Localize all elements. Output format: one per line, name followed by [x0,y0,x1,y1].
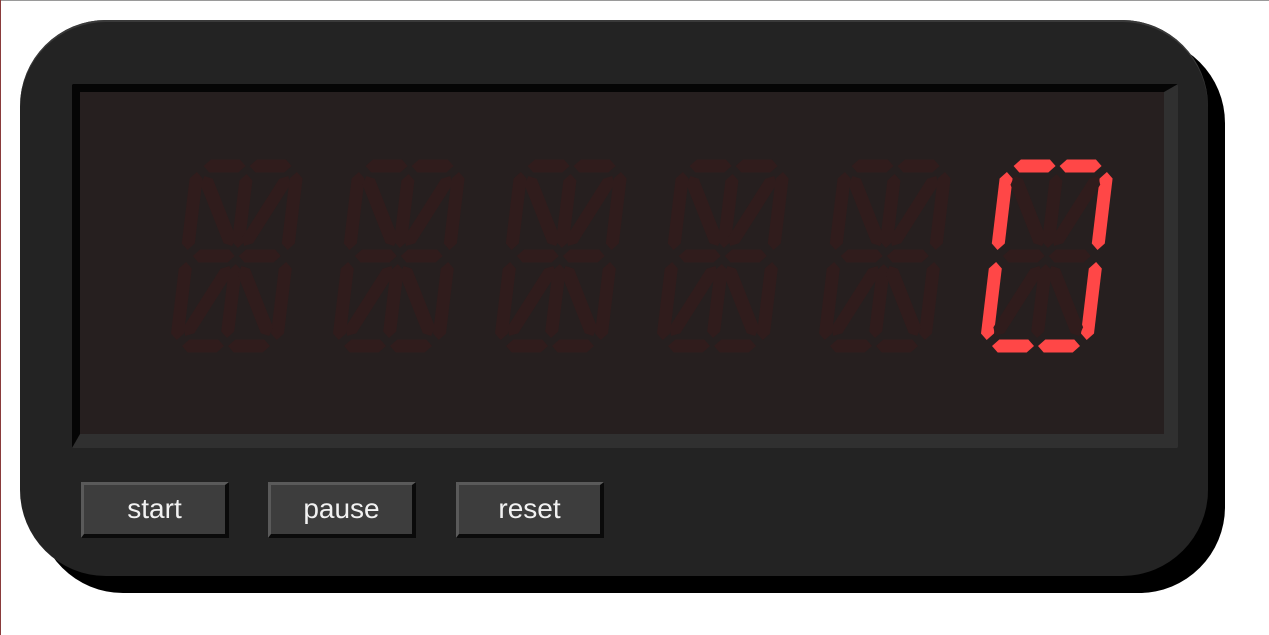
segment-a2 [411,159,454,173]
segment-c [1081,262,1102,340]
segment-h [848,176,884,246]
segment-d2 [1038,339,1080,353]
segment-g1 [516,249,559,263]
segment-d1 [668,339,710,353]
segment-f [181,172,203,250]
segment-d1 [344,339,386,353]
digit-1 [171,159,303,353]
segment-g1 [1002,249,1045,263]
segment-a2 [573,159,616,173]
segment-a1 [1013,159,1056,173]
segment-a1 [851,159,894,173]
reset-button[interactable]: reset [456,482,604,538]
segment-a2 [1059,159,1102,173]
segment-m [237,266,274,336]
segment-g2 [886,249,929,263]
segment-d1 [506,339,548,353]
segment-d2 [228,339,270,353]
segment-g2 [724,249,767,263]
segment-h [524,176,560,246]
digit-4 [657,159,789,353]
segment-g1 [192,249,235,263]
segment-a2 [249,159,292,173]
segment-m [723,266,760,336]
segment-h [200,176,236,246]
segment-c [271,262,292,340]
segment-a2 [735,159,778,173]
segment-a1 [527,159,570,173]
segment-d2 [714,339,756,353]
segment-a1 [365,159,408,173]
segment-m [1047,266,1084,336]
segment-h [1010,176,1046,246]
segment-g2 [1048,249,1091,263]
segment-g2 [562,249,605,263]
digit-6 [981,159,1113,353]
display-screen [72,84,1178,448]
segment-a2 [897,159,940,173]
segment-g2 [238,249,281,263]
segment-d2 [876,339,918,353]
segment-g2 [400,249,443,263]
segment-d1 [830,339,872,353]
stopwatch-device: start pause reset [20,20,1208,576]
segment-c [595,262,616,340]
segment-h [362,176,398,246]
segment-display [171,159,1113,353]
segment-d2 [552,339,594,353]
segment-g1 [354,249,397,263]
segment-f [505,172,527,250]
segment-f [829,172,851,250]
segment-f [991,172,1013,250]
segment-d2 [390,339,432,353]
segment-g1 [678,249,721,263]
segment-d1 [992,339,1034,353]
segment-a1 [689,159,732,173]
segment-c [757,262,778,340]
segment-m [399,266,436,336]
digit-3 [495,159,627,353]
segment-a1 [203,159,246,173]
digit-2 [333,159,465,353]
segment-m [885,266,922,336]
segment-c [919,262,940,340]
segment-d1 [182,339,224,353]
segment-m [561,266,598,336]
page-top-edge [0,0,1269,1]
segment-f [667,172,689,250]
segment-h [686,176,722,246]
pause-button[interactable]: pause [268,482,416,538]
segment-g1 [840,249,883,263]
segment-c [433,262,454,340]
start-button[interactable]: start [81,482,229,538]
digit-5 [819,159,951,353]
segment-f [343,172,365,250]
page-left-edge [0,0,1,635]
